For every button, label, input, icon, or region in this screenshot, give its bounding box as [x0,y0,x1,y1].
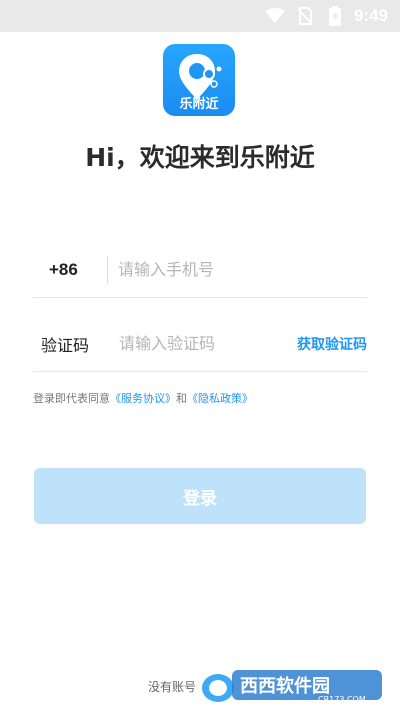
logo-text: 乐附近 [179,97,219,112]
verification-row: 验证码 获取验证码 [33,316,367,372]
country-code[interactable]: +86 [33,260,99,280]
agreement-and: 和 [176,392,187,405]
status-bar: 9:49 [0,0,400,32]
status-time: 9:49 [353,6,388,25]
agreement-prefix: 登录即代表同意 [33,392,110,405]
service-agreement-link[interactable]: 《服务协议》 [110,392,176,405]
watermark-text: 西西软件园 [240,675,330,697]
verification-label: 验证码 [41,335,90,355]
watermark-url: CR173.COM [318,695,366,704]
battery-charging-icon [324,6,346,26]
phone-row: +86 [33,242,367,298]
no-account-text[interactable]: 没有账号 [148,678,196,695]
verification-input[interactable] [119,334,284,353]
field-divider [107,255,108,284]
wifi-icon [264,6,286,26]
phone-input[interactable] [118,260,338,279]
app-logo: 乐附近 [163,44,235,116]
privacy-policy-link[interactable]: 《隐私政策》 [187,392,253,405]
watermark-logo: 西西软件园 CR173.COM [200,660,382,706]
agreement-text: 登录即代表同意《服务协议》和《隐私政策》 [33,390,253,406]
get-code-button[interactable]: 获取验证码 [297,334,367,354]
page-title: Hi，欢迎来到乐附近 [85,143,315,172]
no-sim-icon [294,6,316,26]
login-button[interactable]: 登录 [34,468,366,524]
